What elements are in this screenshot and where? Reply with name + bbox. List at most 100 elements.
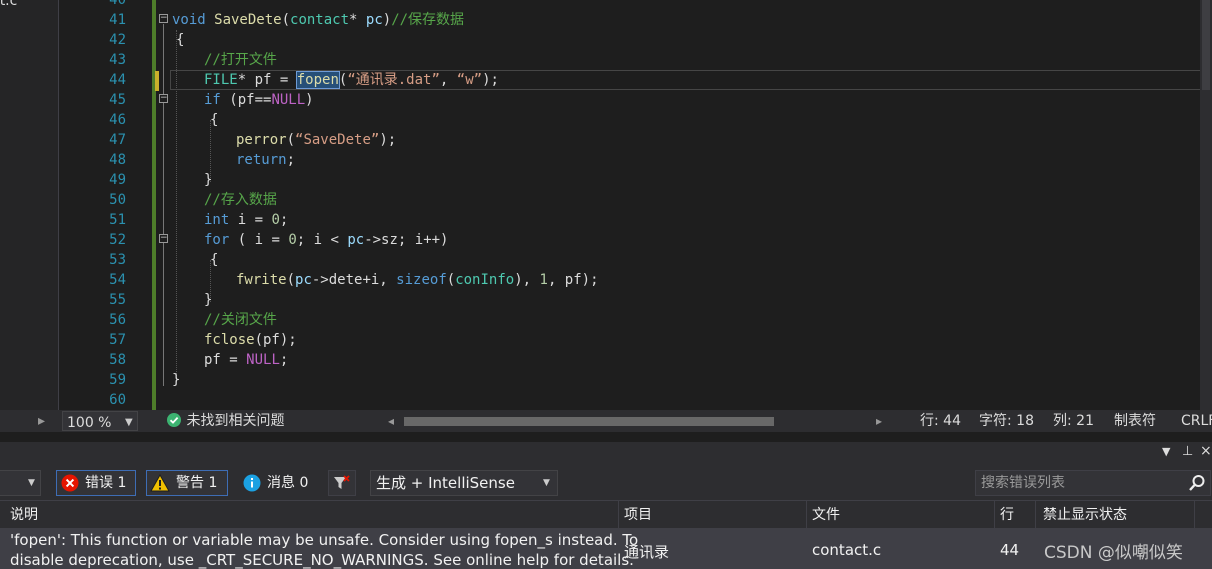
vertical-scroll-thumb[interactable]	[1202, 0, 1210, 90]
line-number: 57	[109, 332, 126, 348]
line-number: 43	[109, 52, 126, 68]
code-line-51: int i = 0;	[204, 210, 288, 230]
warnings-count-label: 警告 1	[176, 475, 218, 491]
code-string: “w”	[456, 72, 483, 88]
build-source-dropdown[interactable]: 生成 + IntelliSense ▼	[370, 470, 558, 496]
code-editor[interactable]: 40 41 42 43 44 45 46 47 48 49 50 51 52 5…	[62, 0, 1212, 410]
code-token: int	[204, 212, 230, 228]
column-divider[interactable]	[1194, 501, 1195, 529]
column-suppression-state[interactable]: 禁止显示状态	[1043, 501, 1127, 529]
fold-region-line	[163, 24, 164, 386]
messages-count-label: 消息 0	[267, 475, 309, 491]
table-row[interactable]: 'fopen': This function or variable may b…	[0, 528, 1212, 569]
cursor-line[interactable]: 行: 44	[920, 410, 961, 432]
chevron-down-icon: ▼	[28, 478, 35, 488]
line-number: 42	[109, 32, 126, 48]
code-token: conInfo	[455, 272, 515, 288]
selected-token[interactable]: fopen	[295, 71, 340, 89]
cursor-char[interactable]: 字符: 18	[979, 410, 1034, 432]
line-number: 60	[109, 392, 126, 408]
column-project[interactable]: 项目	[624, 501, 652, 529]
scroll-right-arrow-icon[interactable]: ▸	[876, 410, 882, 432]
line-number: 44	[109, 72, 126, 88]
code-line-55: }	[204, 292, 213, 308]
column-divider[interactable]	[994, 501, 995, 529]
column-divider[interactable]	[618, 501, 619, 529]
column-divider[interactable]	[806, 501, 807, 529]
code-line-52: for ( i = 0; i < pc->sz; i++)	[204, 230, 448, 250]
code-token: ;	[279, 212, 289, 228]
pin-icon[interactable]: ⊥	[1182, 444, 1193, 459]
zoom-dropdown[interactable]: 100 % ▼	[62, 411, 138, 431]
fold-toggle-icon[interactable]: −	[159, 234, 168, 243]
warnings-filter-button[interactable]: 警告 1	[146, 470, 228, 496]
line-number: 49	[109, 172, 126, 188]
errors-filter-button[interactable]: 错误 1	[56, 470, 136, 496]
code-string: “SaveDete”	[295, 132, 380, 148]
line-number: 54	[109, 272, 126, 288]
code-comment: //保存数据	[391, 12, 465, 28]
scope-dropdown[interactable]: ▼	[0, 470, 41, 496]
fold-toggle-icon[interactable]: −	[159, 14, 168, 23]
line-ending[interactable]: CRLF	[1181, 410, 1212, 432]
code-token: perror	[236, 132, 287, 148]
column-file[interactable]: 文件	[812, 501, 840, 529]
scroll-right-arrow-icon[interactable]: ▸	[38, 410, 45, 432]
error-icon	[61, 474, 79, 492]
clear-filter-button[interactable]	[328, 470, 356, 496]
code-token: );	[482, 72, 499, 88]
sidebar-file-item[interactable]: ct.c	[0, 0, 17, 9]
code-line-56: //关闭文件	[204, 312, 277, 328]
code-token: ->sz; i++)	[364, 232, 449, 248]
line-number: 45	[109, 92, 126, 108]
code-token: pf =	[204, 352, 247, 368]
line-number-gutter: 40 41 42 43 44 45 46 47 48 49 50 51 52 5…	[62, 0, 126, 410]
zoom-value: 100 %	[67, 415, 112, 431]
code-token: (pf==	[220, 92, 272, 108]
column-description[interactable]: 说明	[10, 501, 38, 529]
code-token: ,	[439, 72, 457, 88]
column-divider[interactable]	[1035, 501, 1036, 529]
code-token: pc	[295, 272, 312, 288]
code-token: , pf);	[547, 272, 599, 288]
errors-count-label: 错误 1	[85, 475, 127, 491]
change-tracking-bar	[152, 0, 156, 410]
error-file: contact.c	[812, 541, 882, 559]
code-line-49: }	[204, 172, 213, 188]
code-string: “通讯录.dat”	[347, 72, 440, 88]
chevron-down-icon: ▼	[543, 478, 550, 488]
line-number: 50	[109, 192, 126, 208]
code-line-45: if (pf==NULL)	[204, 90, 314, 110]
horizontal-scrollbar[interactable]: ◂ ▸	[388, 414, 882, 428]
indent-mode[interactable]: 制表符	[1114, 410, 1156, 432]
code-token: )	[305, 92, 314, 108]
close-icon[interactable]: ×	[1200, 443, 1212, 459]
code-token: 0	[288, 232, 297, 248]
issues-indicator[interactable]: 未找到相关问题	[166, 410, 284, 432]
messages-filter-button[interactable]: 消息 0	[238, 470, 316, 496]
code-token: FILE	[204, 72, 238, 88]
code-line-41: void SaveDete(contact* pc)//保存数据	[172, 10, 464, 30]
code-token: 0	[271, 212, 280, 228]
error-description-line: disable deprecation, use _CRT_SECURE_NO_…	[10, 551, 634, 569]
vertical-scrollbar[interactable]	[1200, 0, 1212, 410]
code-token: ; i <	[296, 232, 348, 248]
error-description-line: 'fopen': This function or variable may b…	[10, 531, 639, 549]
code-token: * pf =	[237, 72, 297, 88]
panel-separator	[0, 432, 1212, 442]
panel-menu-chevron-icon[interactable]: ▼	[1162, 445, 1170, 458]
cursor-col[interactable]: 列: 21	[1053, 410, 1094, 432]
line-number: 58	[109, 352, 126, 368]
code-token: *	[349, 12, 366, 28]
code-line-53: {	[210, 252, 219, 268]
line-number: 53	[109, 252, 126, 268]
error-list-search-input[interactable]: 搜索错误列表	[975, 470, 1211, 496]
scroll-left-arrow-icon[interactable]: ◂	[388, 410, 394, 432]
code-token: ),	[514, 272, 540, 288]
column-line[interactable]: 行	[1000, 501, 1014, 529]
fold-toggle-icon[interactable]: −	[159, 94, 168, 103]
search-icon[interactable]	[1188, 474, 1206, 492]
code-token: contact	[290, 12, 350, 28]
horizontal-scroll-thumb[interactable]	[404, 417, 774, 426]
code-token: (	[286, 272, 296, 288]
